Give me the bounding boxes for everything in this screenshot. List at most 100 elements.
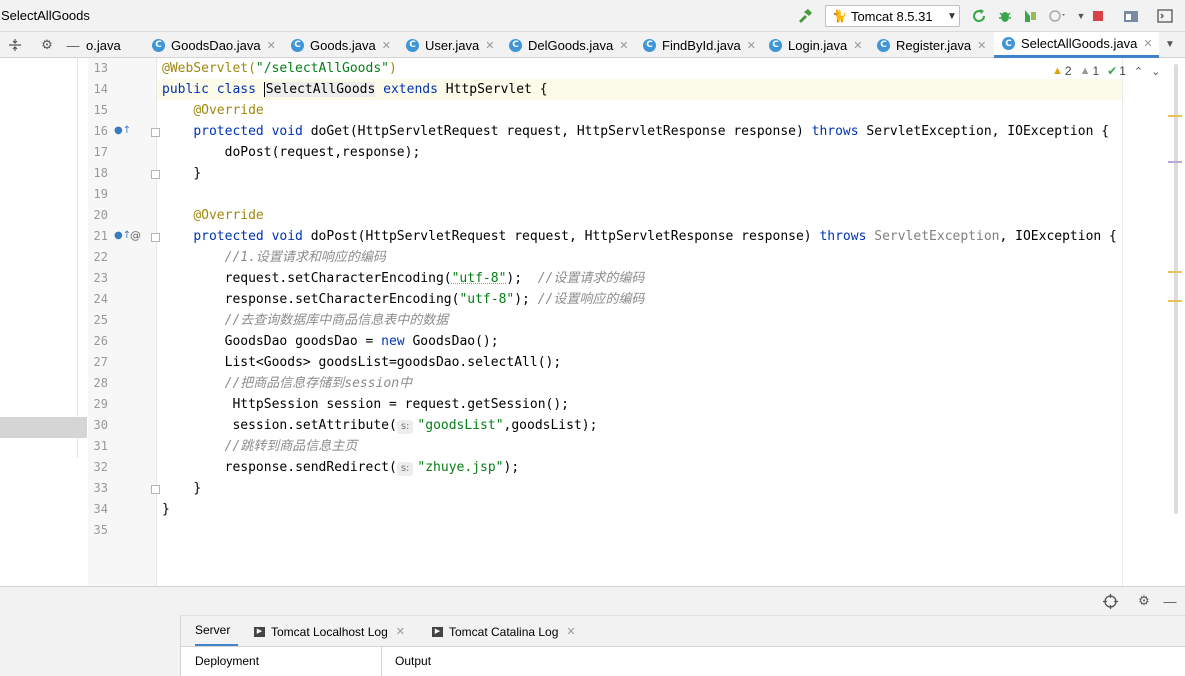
tab-goods-java[interactable]: C Goods.java ✕ [291, 32, 391, 58]
class-icon: C [877, 38, 890, 52]
class-icon: C [291, 38, 304, 52]
column-divider[interactable] [381, 647, 382, 676]
code-line-17: doPost(request,response); [224, 145, 421, 160]
collapse-all-icon[interactable] [6, 36, 24, 54]
tab-register-java[interactable]: C Register.java ✕ [877, 32, 986, 58]
inspection-widget[interactable]: ▲ 2 ▲ 1 ✔ 1 ⌃ ⌄ [1052, 63, 1160, 79]
tab-label: DelGoods.java [528, 37, 614, 53]
tab-label: SelectAllGoods.java [1021, 36, 1138, 51]
class-icon: C [406, 38, 419, 52]
chevron-up-icon[interactable]: ⌃ [1134, 65, 1143, 78]
error-stripe[interactable] [1168, 161, 1182, 163]
warning-stripe[interactable] [1168, 115, 1182, 117]
warning-stripe[interactable] [1168, 271, 1182, 273]
close-icon[interactable]: ✕ [977, 39, 986, 52]
code-line-32: response.sendRedirect(s: "zhuye.jsp"); [224, 460, 520, 476]
code-line-16: protected void doGet(HttpServletRequest … [193, 124, 1110, 139]
debug-icon[interactable] [996, 7, 1014, 25]
weak-warning-icon: ▲ [1079, 65, 1091, 77]
fold-icon[interactable] [151, 170, 160, 179]
line-number: 29 [93, 397, 108, 411]
ok-count[interactable]: ✔ 1 [1107, 64, 1126, 78]
coverage-icon[interactable] [1021, 7, 1039, 25]
tab-delgoods-java[interactable]: C DelGoods.java ✕ [509, 32, 629, 58]
code-line-31: //跳转到商品信息主页 [224, 439, 358, 454]
tab-goodsdao-java[interactable]: C GoodsDao.java ✕ [152, 32, 276, 58]
close-icon[interactable]: ✕ [267, 39, 276, 52]
run-configuration-select[interactable]: 🐈 Tomcat 8.5.31 ▼ [825, 5, 960, 27]
override-method-icon[interactable]: ●↑ [114, 125, 131, 136]
tab-login-java[interactable]: C Login.java ✕ [769, 32, 863, 58]
fold-icon[interactable] [151, 233, 160, 242]
tab-tomcat-localhost-log[interactable]: ▶ Tomcat Localhost Log ✕ [254, 616, 405, 647]
tab-selectallgoods-java[interactable]: C SelectAllGoods.java ✕ [994, 32, 1159, 58]
code-line-30: session.setAttribute(s: "goodsList",goods… [232, 418, 598, 434]
tab-findbyid-java[interactable]: C FindById.java ✕ [643, 32, 756, 58]
line-number: 30 [93, 418, 108, 432]
minimize-icon[interactable]: — [64, 36, 82, 54]
project-structure-icon[interactable] [1122, 7, 1140, 25]
gear-icon[interactable]: ⚙ [38, 36, 56, 54]
vertical-scrollbar[interactable] [1174, 64, 1178, 514]
close-icon[interactable]: ✕ [382, 39, 391, 52]
stop-icon[interactable] [1089, 7, 1107, 25]
tab-label: Register.java [896, 37, 972, 53]
minimize-icon[interactable]: — [1161, 592, 1179, 610]
tab-label: GoodsDao.java [171, 37, 261, 53]
chevron-down-icon[interactable]: ⌄ [1151, 65, 1160, 78]
code-line-22: //1.设置请求和响应的编码 [224, 250, 386, 265]
chevron-down-icon[interactable]: ▼ [1162, 36, 1178, 52]
annotation-marker-icon[interactable]: @ [130, 229, 141, 242]
code-line-18: } [193, 166, 202, 181]
code-line-34: } [162, 502, 170, 517]
line-number: 31 [93, 439, 108, 453]
close-icon[interactable]: ✕ [747, 39, 756, 52]
line-number: 27 [93, 355, 108, 369]
warning-stripe[interactable] [1168, 300, 1182, 302]
project-panel-edge [0, 58, 78, 458]
fold-icon[interactable] [151, 485, 160, 494]
parameter-hint: s: [396, 462, 414, 476]
close-icon[interactable]: ✕ [853, 39, 862, 52]
code-line-20: @Override [193, 208, 264, 223]
tab-server[interactable]: Server [195, 616, 239, 647]
close-icon[interactable]: ✕ [619, 39, 628, 52]
build-hammer-icon[interactable] [796, 7, 814, 25]
code-editor[interactable]: 13 14 15 16 17 18 19 20 21 22 23 24 25 2… [0, 58, 1185, 586]
close-icon[interactable]: ✕ [396, 625, 405, 638]
rerun-icon[interactable] [970, 7, 988, 25]
line-number: 17 [93, 145, 108, 159]
code-line-27: List<Goods> goodsList=goodsDao.selectAll… [224, 355, 562, 370]
window-title: SelectAllGoods [1, 8, 90, 23]
line-number: 16 [93, 124, 108, 138]
fold-icon[interactable] [151, 128, 160, 137]
profile-icon[interactable] [1048, 7, 1066, 25]
chevron-down-icon[interactable]: ▼ [1072, 7, 1090, 25]
tab-tomcat-catalina-log[interactable]: ▶ Tomcat Catalina Log ✕ [432, 616, 576, 647]
warning-count[interactable]: ▲ 2 [1052, 64, 1072, 78]
tab-o-java[interactable]: o.java [86, 32, 121, 58]
services-toolbar: ⚙ — [0, 586, 1185, 615]
line-number: 24 [93, 292, 108, 306]
tab-label: Login.java [788, 37, 848, 53]
chevron-down-icon: ▼ [947, 10, 957, 22]
output-column-header: Output [395, 654, 432, 668]
right-margin-guide [1122, 58, 1123, 586]
close-icon[interactable]: ✕ [566, 625, 575, 638]
line-number: 22 [93, 250, 108, 264]
line-number: 14 [93, 82, 108, 96]
class-icon: C [643, 38, 656, 52]
class-icon: C [769, 38, 782, 52]
tab-user-java[interactable]: C User.java ✕ [406, 32, 494, 58]
close-icon[interactable]: ✕ [485, 39, 494, 52]
gear-icon[interactable]: ⚙ [1135, 592, 1153, 610]
override-method-icon[interactable]: ●↑ [114, 230, 131, 241]
tomcat-icon: 🐈 [832, 9, 847, 23]
target-icon[interactable] [1101, 592, 1119, 610]
close-icon[interactable]: ✕ [1143, 37, 1152, 50]
code-line-23: request.setCharacterEncoding("utf-8"); /… [224, 271, 645, 286]
line-number: 32 [93, 460, 108, 474]
weak-warning-count[interactable]: ▲ 1 [1080, 64, 1100, 78]
terminal-icon[interactable] [1156, 7, 1174, 25]
code-line-14: public class SelectAllGoods extends Http… [162, 82, 548, 97]
